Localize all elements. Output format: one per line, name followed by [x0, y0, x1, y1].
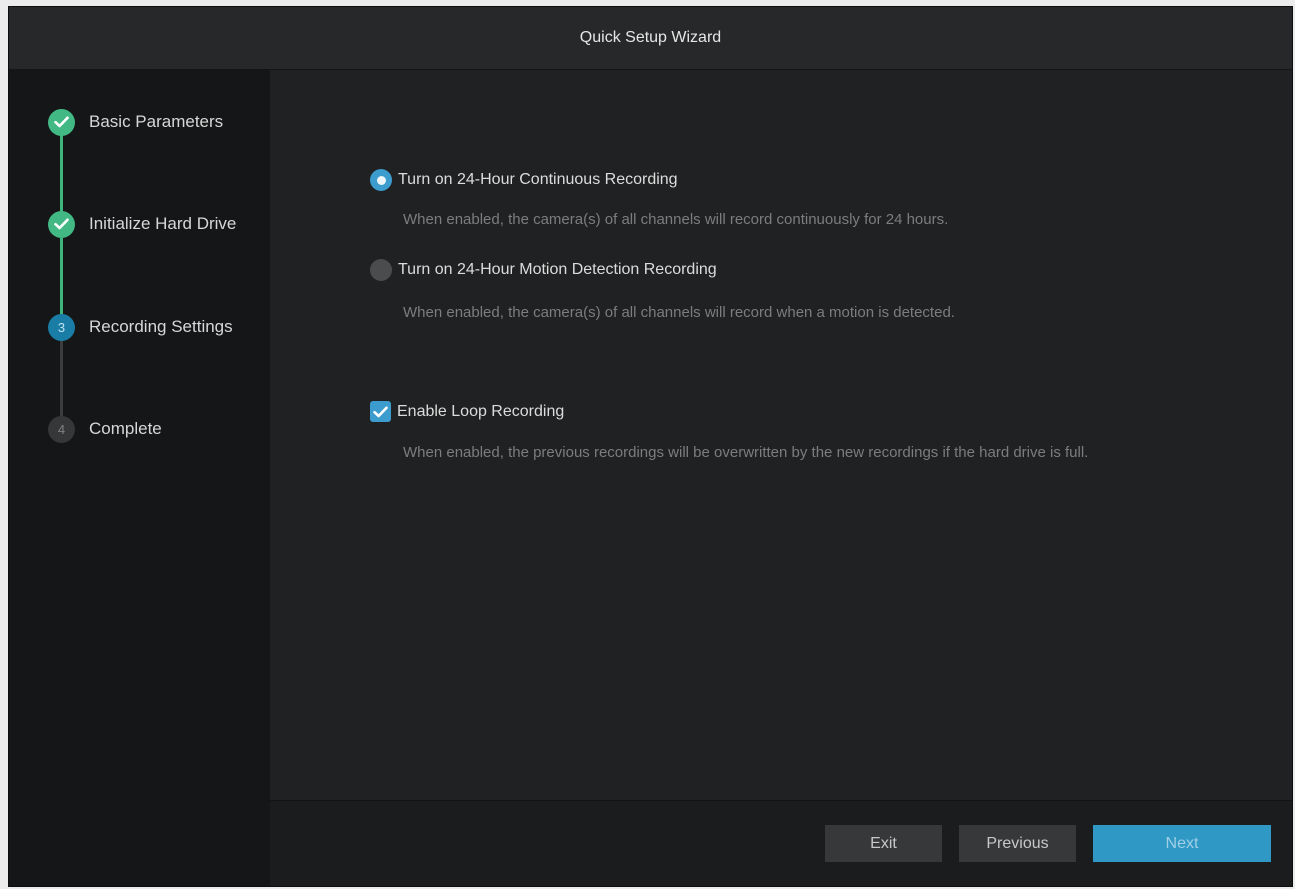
continuous-recording-label[interactable]: Turn on 24-Hour Continuous Recording: [398, 171, 678, 189]
step-label: Recording Settings: [89, 317, 233, 336]
previous-button[interactable]: Previous: [959, 825, 1076, 862]
step-status-circle: [48, 108, 75, 136]
step-list: Basic Parameters Initialize Hard Drive 3…: [9, 70, 270, 490]
motion-recording-option[interactable]: Turn on 24-Hour Motion Detection Recordi…: [370, 259, 717, 281]
loop-recording-description: When enabled, the previous recordings wi…: [403, 444, 1089, 461]
next-button[interactable]: Next: [1093, 825, 1271, 862]
check-icon: [54, 218, 69, 230]
recording-settings-panel: Turn on 24-Hour Continuous Recording Whe…: [270, 70, 1292, 801]
step-number-badge: 3: [48, 313, 75, 341]
continuous-recording-description: When enabled, the camera(s) of all chann…: [403, 211, 949, 228]
loop-recording-option[interactable]: Enable Loop Recording: [370, 401, 564, 422]
step-label: Basic Parameters: [89, 112, 224, 131]
continuous-recording-radio[interactable]: [370, 169, 392, 191]
check-icon: [373, 406, 388, 417]
quick-setup-wizard-window: Quick Setup Wizard Basic Parameters Init…: [8, 6, 1293, 887]
window-titlebar: Quick Setup Wizard: [9, 7, 1292, 70]
step-initialize-hard-drive: Initialize Hard Drive: [48, 210, 236, 238]
window-title: Quick Setup Wizard: [579, 29, 722, 46]
step-complete: 4 Complete: [48, 415, 162, 443]
check-icon: [54, 116, 69, 128]
step-basic-parameters: Basic Parameters: [48, 108, 223, 136]
wizard-footer: Exit Previous Next: [270, 800, 1292, 886]
loop-recording-checkbox[interactable]: [370, 401, 391, 422]
continuous-recording-option[interactable]: Turn on 24-Hour Continuous Recording: [370, 169, 678, 191]
exit-button[interactable]: Exit: [825, 825, 942, 862]
motion-recording-description: When enabled, the camera(s) of all chann…: [403, 304, 955, 321]
loop-recording-label[interactable]: Enable Loop Recording: [397, 403, 564, 421]
motion-recording-radio[interactable]: [370, 259, 392, 281]
step-label: Complete: [89, 419, 162, 438]
motion-recording-label[interactable]: Turn on 24-Hour Motion Detection Recordi…: [398, 261, 717, 279]
step-recording-settings: 3 Recording Settings: [48, 313, 233, 341]
step-number-badge: 4: [48, 415, 75, 443]
wizard-steps-sidebar: Basic Parameters Initialize Hard Drive 3…: [9, 70, 270, 886]
step-label: Initialize Hard Drive: [89, 214, 237, 233]
step-status-circle: [48, 210, 75, 238]
